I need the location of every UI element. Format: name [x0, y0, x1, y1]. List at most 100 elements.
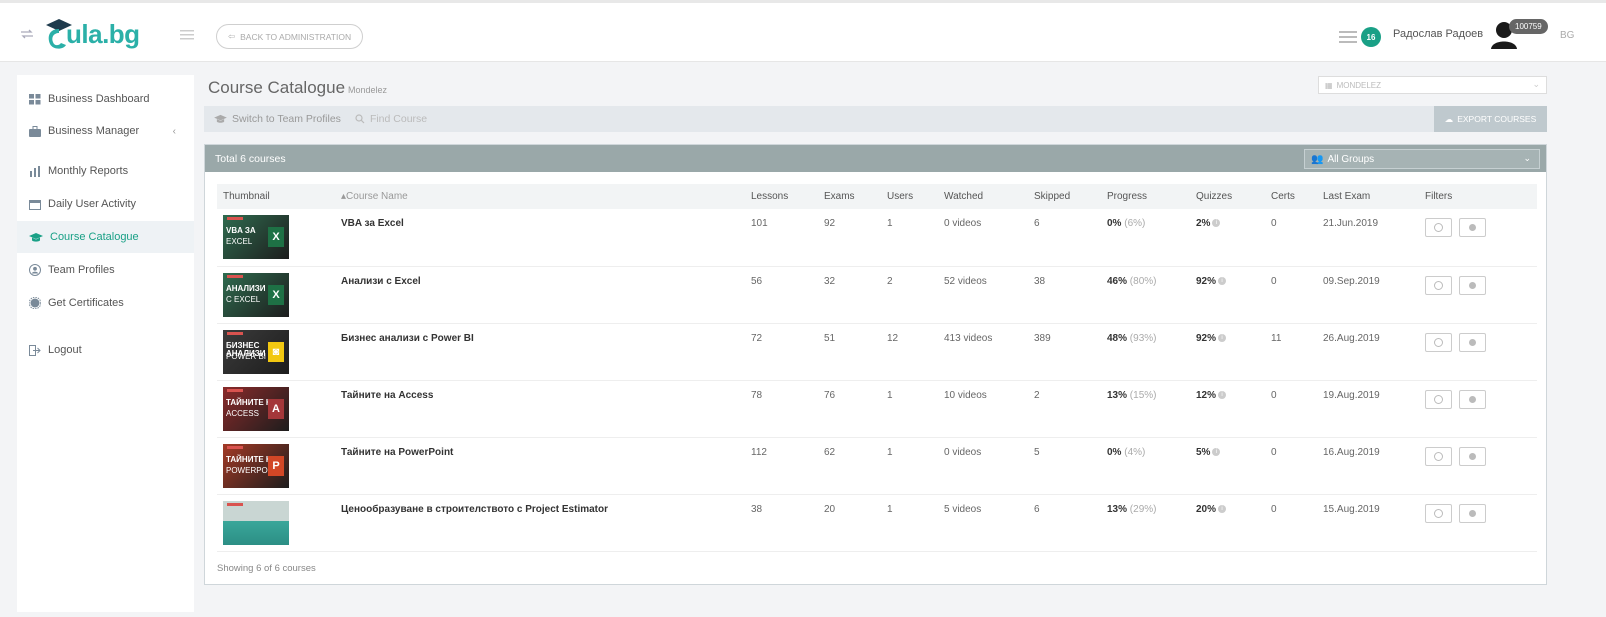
- sidebar-item-label: Get Certificates: [48, 297, 124, 309]
- column-header-lessons[interactable]: Lessons: [745, 184, 818, 209]
- table-row[interactable]: БИЗНЕС АНАЛИЗИ С POWER BI ◙ Бизнес анали…: [217, 323, 1537, 381]
- column-header-course-name[interactable]: ▴Course Name: [335, 184, 745, 209]
- course-name-cell[interactable]: Тайните на Access: [335, 380, 745, 438]
- course-thumbnail[interactable]: VBA ЗА EXCEL X: [223, 215, 289, 259]
- filter-user-button[interactable]: [1425, 446, 1452, 466]
- table-row[interactable]: Ценообразуване в строителството с Projec…: [217, 494, 1537, 552]
- column-header-last-exam[interactable]: Last Exam: [1317, 184, 1419, 209]
- hamburger-menu-icon[interactable]: [180, 30, 194, 40]
- filter-group-button[interactable]: [1459, 332, 1486, 352]
- course-name-cell[interactable]: Бизнес анализи с Power BI: [335, 323, 745, 381]
- filter-group-button[interactable]: [1459, 275, 1486, 295]
- info-icon[interactable]: i: [1218, 390, 1227, 399]
- language-switch[interactable]: BG: [1560, 30, 1574, 41]
- export-label: EXPORT COURSES: [1457, 114, 1537, 124]
- watched-cell: 52 videos: [938, 266, 1028, 324]
- column-header-certs[interactable]: Certs: [1265, 184, 1317, 209]
- thumbnail-cell: ТАЙНИТЕ НА POWERPOINT P: [217, 437, 335, 495]
- table-row[interactable]: АНАЛИЗИ С EXCEL X Анализи с Excel 56 32 …: [217, 266, 1537, 324]
- company-select[interactable]: ▦ MONDELEZ ⌄: [1318, 76, 1547, 94]
- course-name[interactable]: Анализи с Excel: [341, 276, 421, 287]
- sidebar-item-daily-user-activity[interactable]: Daily User Activity: [17, 188, 194, 220]
- switch-to-team-profiles-button[interactable]: Switch to Team Profiles: [214, 113, 341, 125]
- course-thumbnail[interactable]: ТАЙНИТЕ НА POWERPOINT P: [223, 443, 289, 488]
- course-thumbnail[interactable]: ТАЙНИТЕ НА ACCESS A: [223, 386, 289, 431]
- back-to-administration-button[interactable]: ⇦ BACK TO ADMINISTRATION: [216, 24, 364, 49]
- users-cell: 1: [881, 494, 938, 552]
- find-course-search[interactable]: Find Course: [355, 113, 427, 125]
- user-name[interactable]: Радослав Радоев: [1393, 28, 1483, 40]
- filter-user-button[interactable]: [1425, 389, 1452, 409]
- column-header-skipped[interactable]: Skipped: [1028, 184, 1101, 209]
- thumbnail-line1: АНАЛИЗИ: [226, 283, 266, 293]
- sidebar-item-logout[interactable]: Logout: [17, 334, 194, 366]
- skipped-cell: 2: [1028, 380, 1101, 438]
- table-row[interactable]: ТАЙНИТЕ НА POWERPOINT P Тайните на Power…: [217, 437, 1537, 495]
- filter-group-button[interactable]: [1459, 446, 1486, 466]
- certs-cell: 0: [1265, 494, 1317, 552]
- courses-panel: Total 6 courses 👥 All Groups ⌄ Thumbnail…: [204, 144, 1547, 585]
- swap-icon[interactable]: [20, 29, 34, 39]
- info-icon[interactable]: i: [1218, 333, 1227, 342]
- course-name[interactable]: Тайните на PowerPoint: [341, 447, 453, 458]
- filter-group-button[interactable]: [1459, 503, 1486, 523]
- course-name[interactable]: Тайните на Access: [341, 390, 433, 401]
- course-name-cell[interactable]: Анализи с Excel: [335, 266, 745, 324]
- filter-group-button[interactable]: [1459, 218, 1486, 237]
- course-thumbnail[interactable]: АНАЛИЗИ С EXCEL X: [223, 272, 289, 317]
- course-name-cell[interactable]: Ценообразуване в строителството с Projec…: [335, 494, 745, 552]
- sidebar-item-business-manager[interactable]: Business Manager ‹: [17, 115, 194, 147]
- table-row[interactable]: ТАЙНИТЕ НА ACCESS A Тайните на Access 78…: [217, 380, 1537, 438]
- progress-value: 13%: [1107, 503, 1128, 515]
- course-name[interactable]: Ценообразуване в строителството с Projec…: [341, 504, 608, 515]
- thumbnail-ribbon: [227, 502, 243, 506]
- sidebar-item-get-certificates[interactable]: Get Certificates: [17, 287, 194, 319]
- exams-cell: 51: [818, 323, 881, 381]
- filter-user-button[interactable]: [1425, 275, 1452, 295]
- info-icon[interactable]: i: [1212, 447, 1221, 456]
- logo[interactable]: ula.bg: [44, 17, 164, 55]
- course-name[interactable]: VBA за Excel: [341, 218, 404, 229]
- sidebar-item-monthly-reports[interactable]: Monthly Reports: [17, 155, 194, 187]
- notifications[interactable]: 16: [1339, 27, 1381, 47]
- column-header-quizzes[interactable]: Quizzes: [1190, 184, 1265, 209]
- sidebar-item-business-dashboard[interactable]: Business Dashboard: [17, 83, 194, 115]
- progress-secondary: (80%): [1129, 275, 1157, 287]
- sidebar-item-team-profiles[interactable]: Team Profiles: [17, 254, 194, 286]
- users-cell: 2: [881, 266, 938, 324]
- thumbnail-ribbon: [227, 388, 243, 392]
- thumbnail-line2: EXCEL: [226, 237, 253, 246]
- group-select[interactable]: 👥 All Groups ⌄: [1304, 149, 1540, 169]
- users-cell: 1: [881, 437, 938, 495]
- dot-icon: [1469, 395, 1476, 403]
- thumbnail-cell: БИЗНЕС АНАЛИЗИ С POWER BI ◙: [217, 323, 335, 381]
- user-id-badge: 100759: [1509, 19, 1548, 34]
- course-thumbnail[interactable]: [223, 500, 289, 545]
- column-header-course-name-label: Course Name: [346, 191, 408, 202]
- certs-cell: 11: [1265, 323, 1317, 381]
- info-icon[interactable]: i: [1218, 504, 1227, 513]
- column-header-users[interactable]: Users: [881, 184, 938, 209]
- filter-user-button[interactable]: [1425, 332, 1452, 352]
- progress-value: 13%: [1107, 389, 1128, 401]
- course-name[interactable]: Бизнес анализи с Power BI: [341, 333, 474, 344]
- course-name-cell[interactable]: VBA за Excel: [335, 209, 745, 267]
- app-logo-icon: A: [268, 398, 284, 419]
- column-header-progress[interactable]: Progress: [1101, 184, 1190, 209]
- column-header-filters: Filters: [1419, 184, 1537, 209]
- info-icon[interactable]: i: [1212, 219, 1221, 228]
- logout-icon: [29, 344, 41, 356]
- info-icon[interactable]: i: [1218, 276, 1227, 285]
- dot-icon: [1469, 452, 1476, 460]
- quizzes-cell: 92% i: [1190, 323, 1265, 381]
- column-header-watched[interactable]: Watched: [938, 184, 1028, 209]
- column-header-exams[interactable]: Exams: [818, 184, 881, 209]
- course-thumbnail[interactable]: БИЗНЕС АНАЛИЗИ С POWER BI ◙: [223, 329, 289, 374]
- export-courses-button[interactable]: ☁ EXPORT COURSES: [1434, 106, 1547, 132]
- filter-user-button[interactable]: [1425, 503, 1452, 523]
- table-row[interactable]: VBA ЗА EXCEL X VBA за Excel 101 92 1 0 v…: [217, 209, 1537, 267]
- filter-group-button[interactable]: [1459, 389, 1486, 409]
- filter-user-button[interactable]: [1425, 218, 1452, 237]
- course-name-cell[interactable]: Тайните на PowerPoint: [335, 437, 745, 495]
- sidebar-item-course-catalogue[interactable]: Course Catalogue: [17, 221, 194, 253]
